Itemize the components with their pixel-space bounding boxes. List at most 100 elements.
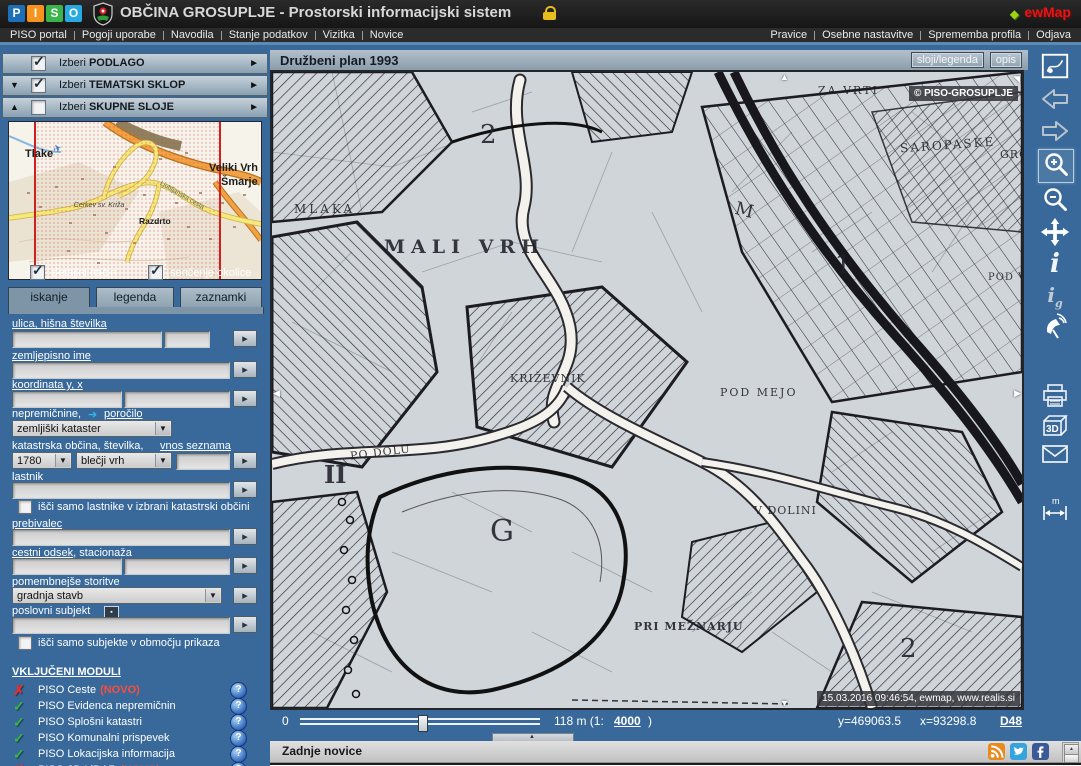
minimap-label-razdrto: Razdrto xyxy=(139,216,171,226)
tematski-checkbox[interactable]: ✓ xyxy=(31,78,46,93)
sencenje-okolice-checkbox[interactable]: ✓ xyxy=(148,265,163,280)
cestni-search-button[interactable]: ▸ xyxy=(233,557,257,574)
view-3d-button[interactable]: 3D xyxy=(1038,413,1072,444)
lastnik-search-button[interactable]: ▸ xyxy=(233,481,257,498)
module-piso-ceste[interactable]: ✗ PISO Ceste(NOVO) ? xyxy=(0,682,268,698)
measure-tool[interactable]: m xyxy=(1038,495,1072,528)
koordinata-y-input[interactable] xyxy=(12,391,122,408)
koordinata-search-button[interactable]: ▸ xyxy=(233,390,257,407)
pan-northeast-arrow[interactable]: ◥ xyxy=(1013,74,1020,85)
lastnik-input[interactable] xyxy=(12,482,230,499)
menu-piso-portal[interactable]: PISO portal xyxy=(10,29,67,41)
prebivalec-search-button[interactable]: ▸ xyxy=(233,528,257,545)
menu-stanje-podatkov[interactable]: Stanje podatkov xyxy=(229,29,308,41)
accordion-skupni-sloji[interactable]: ▲ Izberi SKUPNE SLOJE ► xyxy=(2,97,268,118)
module-piso-evidenca[interactable]: ✓ PISO Evidenca nepremičnin ? xyxy=(0,698,268,714)
podlago-checkbox[interactable]: ✓ xyxy=(31,56,46,71)
piso-logo[interactable]: PISO xyxy=(8,5,84,23)
storitve-search-button[interactable]: ▸ xyxy=(233,587,257,604)
menu-pogoji-uporabe[interactable]: Pogoji uporabe xyxy=(82,29,156,41)
koordinata-label[interactable]: koordinata y, x xyxy=(12,379,83,391)
history-back-button[interactable] xyxy=(1038,87,1072,116)
gps-tool[interactable] xyxy=(1038,313,1072,346)
subjekt-obmocje-checkbox[interactable] xyxy=(18,636,32,650)
chevron-down-icon[interactable]: ▼ xyxy=(10,80,19,90)
koordinata-x-input[interactable] xyxy=(124,391,230,408)
tab-iskanje[interactable]: iskanje xyxy=(8,287,90,308)
skupni-checkbox[interactable] xyxy=(31,100,46,115)
module-help-button[interactable]: ? xyxy=(230,682,247,699)
map-viewport[interactable]: ZA VRTI SAROPASKE GRO MLAKA 2 MALI VRH M… xyxy=(270,70,1024,710)
info-icon: i xyxy=(1050,249,1060,279)
full-extent-button[interactable] xyxy=(1038,51,1072,86)
menu-sprememba-profila[interactable]: Sprememba profila xyxy=(928,29,1021,41)
zemljepisno-input[interactable] xyxy=(12,362,230,379)
print-button[interactable] xyxy=(1038,383,1072,414)
scale-slider-handle[interactable] xyxy=(418,715,428,732)
module-help-button[interactable]: ? xyxy=(230,746,247,763)
prebivalec-input[interactable] xyxy=(12,529,230,546)
parcela-input[interactable] xyxy=(176,453,230,470)
pan-down-arrow[interactable]: ▼ xyxy=(780,698,789,708)
tab-zaznamki[interactable]: zaznamki xyxy=(180,287,262,308)
zoom-out-tool[interactable] xyxy=(1038,185,1072,220)
module-help-button[interactable]: ? xyxy=(230,730,247,747)
opis-button[interactable]: opis xyxy=(990,52,1022,68)
parcela-search-button[interactable]: ▸ xyxy=(233,452,257,469)
ulica-label[interactable]: ulica, hišna številka xyxy=(12,318,107,330)
detajlni-nacin-checkbox[interactable]: ✓ xyxy=(30,265,45,280)
scale-value-link[interactable]: 4000 xyxy=(614,714,641,728)
chevron-up-icon[interactable]: ▲ xyxy=(10,102,19,112)
module-piso-splosni[interactable]: ✓ PISO Splošni katastri ? xyxy=(0,714,268,730)
scale-slider[interactable] xyxy=(300,718,540,725)
pan-up-arrow[interactable]: ▲ xyxy=(780,72,789,82)
module-help-button[interactable]: ? xyxy=(230,714,247,731)
cestni-odsek-input[interactable] xyxy=(12,558,122,575)
twitter-icon[interactable] xyxy=(1010,743,1027,760)
ko-stevilka-select[interactable]: 1780▼ xyxy=(12,452,72,469)
module-help-button[interactable]: ? xyxy=(230,762,247,766)
pan-tool[interactable] xyxy=(1038,217,1072,252)
ko-ime-select[interactable]: blečji vrh▼ xyxy=(76,452,172,469)
datum-link[interactable]: D48 xyxy=(1000,714,1022,728)
module-piso-lokacijska[interactable]: ✓ PISO Lokacijska informacija ? xyxy=(0,746,268,762)
history-forward-button[interactable] xyxy=(1038,119,1072,148)
accordion-tematski-sklop[interactable]: ▼ ✓ Izberi TEMATSKI SKLOP ► xyxy=(2,75,268,96)
tab-legenda[interactable]: legenda xyxy=(96,287,174,308)
accordion-podlago[interactable]: ✓ Izberi PODLAGO ► xyxy=(2,53,268,74)
zoom-in-tool[interactable] xyxy=(1038,149,1074,183)
ulica-input[interactable] xyxy=(12,331,162,348)
menu-navodila[interactable]: Navodila xyxy=(171,29,214,41)
module-help-button[interactable]: ? xyxy=(230,698,247,715)
pan-left-arrow[interactable]: ◀ xyxy=(273,388,280,399)
overview-map[interactable]: ✈ Tlake Veliki Vrh Šmarje Cerkev sv. Kri… xyxy=(8,121,262,280)
module-piso-3d-lidar[interactable]: ✗ PISO 3D LiDAR(NOVO) ? xyxy=(0,762,268,766)
rss-icon[interactable] xyxy=(988,743,1005,760)
sloji-legenda-button[interactable]: sloji/legenda xyxy=(911,52,984,68)
send-mail-button[interactable] xyxy=(1038,443,1072,470)
identify-group-tool[interactable]: ig xyxy=(1038,283,1072,310)
kataster-select[interactable]: zemljiški kataster▼ xyxy=(12,420,172,437)
menu-osebne-nastavitve[interactable]: Osebne nastavitve xyxy=(822,29,913,41)
menu-vizitka[interactable]: Vizitka xyxy=(323,29,355,41)
stacionaza-input[interactable] xyxy=(124,558,230,575)
menu-pravice[interactable]: Pravice xyxy=(770,29,807,41)
news-scrollbar[interactable]: ▲ xyxy=(1062,742,1079,763)
menu-novice[interactable]: Novice xyxy=(370,29,404,41)
lastnik-ko-checkbox[interactable] xyxy=(18,500,32,514)
facebook-icon[interactable] xyxy=(1032,743,1049,760)
poslovni-input[interactable] xyxy=(12,617,230,634)
ulica-search-button[interactable]: ▸ xyxy=(233,330,257,347)
poslovni-search-button[interactable]: ▸ xyxy=(233,616,257,633)
menu-odjava[interactable]: Odjava xyxy=(1036,29,1071,41)
module-piso-komunalni[interactable]: ✓ PISO Komunalni prispevek ? xyxy=(0,730,268,746)
hisna-stevilka-input[interactable] xyxy=(164,331,210,348)
vnos-seznama-link[interactable]: vnos seznama xyxy=(160,440,231,452)
pan-right-arrow[interactable]: ▶ xyxy=(1014,388,1021,399)
zemljepisno-label[interactable]: zemljepisno ime xyxy=(12,350,91,362)
storitve-select[interactable]: gradnja stavb▼ xyxy=(12,587,222,604)
identify-tool[interactable]: i xyxy=(1038,249,1072,279)
scrollbar-thumb[interactable] xyxy=(1064,754,1079,763)
porocilo-link[interactable]: poročilo xyxy=(104,408,143,420)
zemljepisno-search-button[interactable]: ▸ xyxy=(233,361,257,378)
